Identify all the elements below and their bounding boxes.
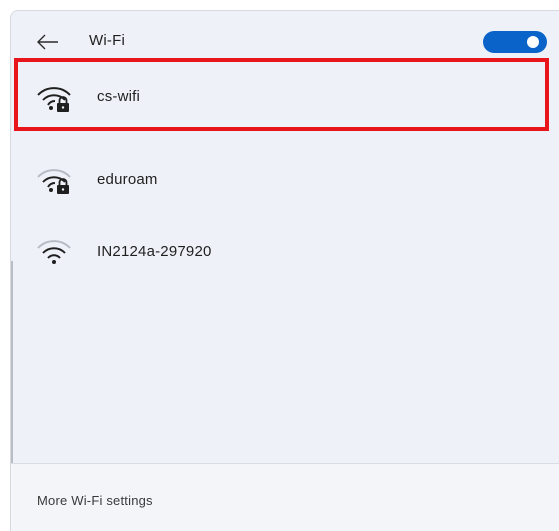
arrow-left-icon bbox=[37, 34, 58, 50]
back-button[interactable] bbox=[34, 31, 62, 53]
network-item-cs-wifi[interactable]: cs-wifi bbox=[11, 66, 559, 130]
wifi-panel: Wi-Fi cs-wifi eduroam IN2124a-297920 Mor… bbox=[10, 10, 559, 531]
wifi-flyout-screen: Wi-Fi cs-wifi eduroam IN2124a-297920 Mor… bbox=[0, 0, 559, 531]
more-wifi-settings-link[interactable]: More Wi-Fi settings bbox=[37, 493, 153, 508]
network-item-eduroam[interactable]: eduroam bbox=[11, 148, 559, 212]
network-name: cs-wifi bbox=[97, 88, 141, 105]
network-name: eduroam bbox=[97, 171, 158, 188]
wifi-secured-icon bbox=[37, 169, 71, 194]
wifi-toggle[interactable] bbox=[483, 31, 547, 53]
network-name: IN2124a-297920 bbox=[97, 243, 212, 260]
wifi-open-icon bbox=[37, 240, 71, 264]
wifi-footer: More Wi-Fi settings bbox=[11, 464, 559, 531]
wifi-header: Wi-Fi bbox=[11, 11, 559, 71]
page-title: Wi-Fi bbox=[89, 32, 125, 49]
wifi-secured-icon bbox=[37, 87, 71, 112]
toggle-knob bbox=[527, 36, 539, 48]
network-item-in2124a[interactable]: IN2124a-297920 bbox=[11, 219, 559, 283]
